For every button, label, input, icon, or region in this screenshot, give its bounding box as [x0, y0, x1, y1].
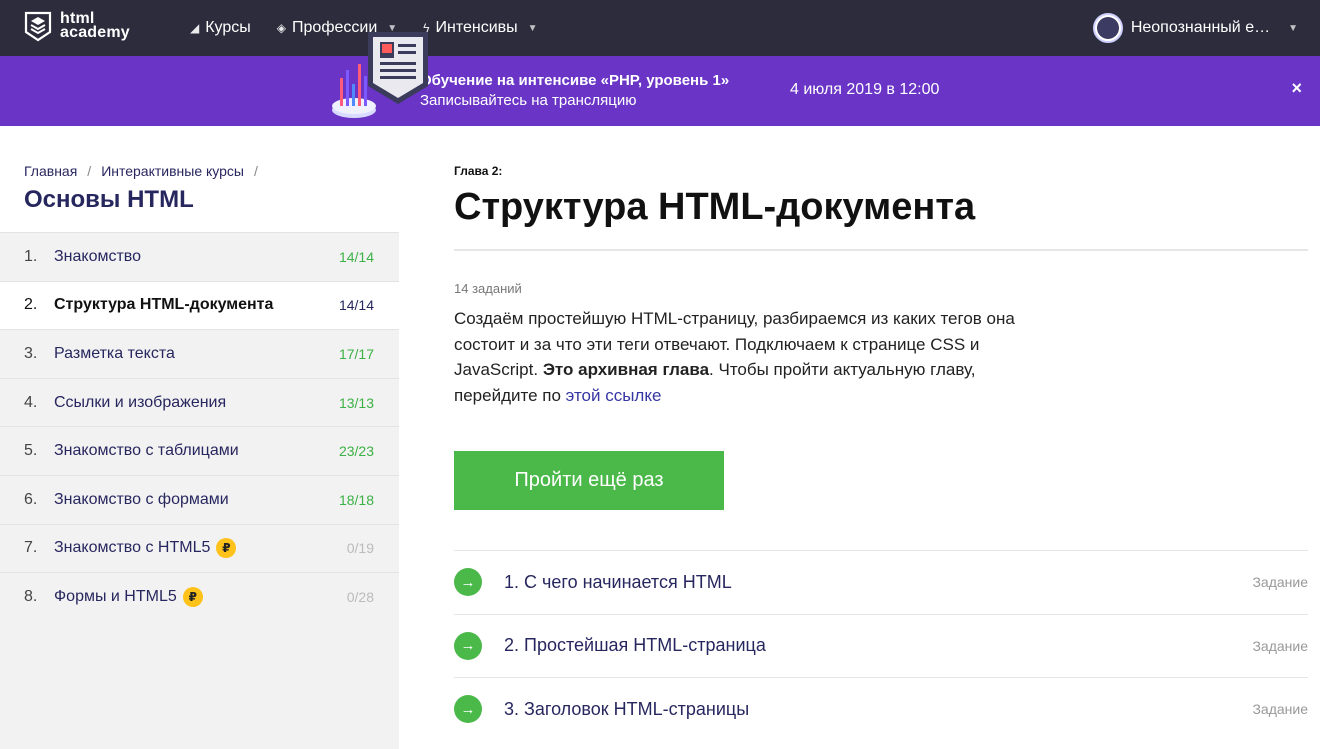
desc-bold: Это архивная глава	[542, 360, 710, 379]
arrow-right-icon: →	[454, 631, 482, 660]
chapter-progress: 0/19	[346, 540, 374, 557]
logo-text-line2: academy	[60, 24, 130, 41]
sidebar-chapter-item[interactable]: 8. Формы и HTML5 ₽0/28	[0, 572, 399, 621]
chapter-title-text: Разметка текста	[54, 344, 175, 362]
document-badge-icon	[368, 32, 428, 104]
chapter-number: 2.	[24, 296, 38, 314]
sidebar-chapter-item[interactable]: 1. Знакомство 14/14	[0, 232, 399, 281]
nav-intensives[interactable]: ϟ Интенсивы ▼	[423, 19, 537, 37]
chapter-number: 4.	[24, 393, 38, 411]
lesson-title: 1. С чего начинается HTML	[504, 571, 732, 592]
sidebar: Главная / Интерактивные курсы / Основы H…	[0, 126, 399, 749]
chevron-down-icon: ▼	[1288, 22, 1298, 34]
chapter-title: Разметка текста	[54, 345, 339, 363]
chapter-number: 7.	[24, 539, 38, 557]
chapter-list: 1. Знакомство 14/14 2. Структура HTML-докуме…	[0, 232, 399, 621]
user-menu[interactable]: Неопознанный е… ▼	[1092, 0, 1298, 56]
chapter-title-text: Знакомство	[54, 247, 142, 265]
lesson-type: Задание	[1252, 574, 1308, 591]
sidebar-chapter-item[interactable]: 4. Ссылки и изображения 13/13	[0, 377, 399, 427]
chapter-number: 3.	[24, 344, 38, 362]
banner-date: 4 июля 2019 в 12:00	[790, 81, 940, 98]
chapter-label: Глава 2:	[454, 164, 503, 178]
close-icon[interactable]: ×	[1291, 78, 1302, 99]
ruble-icon: ₽	[216, 538, 237, 559]
lesson-item[interactable]: → 3. Заголовок HTML-страницы Задание	[454, 677, 1308, 741]
promo-banner[interactable]: Обучение на интенсиве «PHP, уровень 1» З…	[0, 56, 1320, 126]
mortarboard-icon: ◈	[276, 21, 287, 35]
breadcrumb-separator: /	[254, 163, 258, 179]
page-title: Структура HTML-документа	[454, 186, 976, 228]
arrow-right-icon: →	[454, 695, 482, 724]
nav-intensives-label: Интенсивы	[435, 19, 518, 36]
chapter-progress: 17/17	[338, 345, 374, 362]
chapter-title: Знакомство с формами	[54, 491, 339, 509]
chapter-title: Знакомство	[54, 248, 339, 266]
chapter-description: Создаём простейшую HTML-страницу, разбир…	[454, 306, 1054, 408]
chapter-progress: 14/14	[338, 297, 374, 314]
chapter-progress: 0/28	[346, 588, 374, 605]
chapter-title-text: Формы и HTML5	[54, 587, 177, 605]
top-navbar: html academy ◢ Курсы ◈ Профессии ▼ ϟ Инт…	[0, 0, 1320, 56]
avatar	[1092, 13, 1123, 43]
sidebar-chapter-item[interactable]: 7. Знакомство с HTML5 ₽0/19	[0, 523, 399, 573]
chapter-number: 5.	[24, 442, 38, 460]
chapter-progress: 13/13	[338, 394, 374, 411]
chapter-number: 6.	[24, 490, 38, 508]
sidebar-header: Главная / Интерактивные курсы / Основы H…	[0, 126, 399, 232]
divider	[454, 249, 1308, 251]
lesson-list: → 1. С чего начинается HTML Задание → 2. Про…	[454, 550, 1308, 741]
archive-link[interactable]: этой ссылке	[566, 386, 662, 405]
banner-title: Обучение на интенсиве «PHP, уровень 1»	[420, 72, 730, 89]
bar-icon: ◢	[190, 21, 200, 35]
lesson-type: Задание	[1252, 637, 1308, 654]
chapter-title-text: Знакомство с HTML5	[54, 539, 211, 557]
chapter-progress: 18/18	[338, 491, 374, 508]
chapter-title-text: Знакомство с формами	[54, 490, 229, 508]
nav-courses[interactable]: ◢ Курсы	[190, 19, 251, 37]
chapter-title-text: Ссылки и изображения	[54, 393, 227, 411]
lesson-title: 3. Заголовок HTML-страницы	[504, 698, 750, 719]
breadcrumb-courses[interactable]: Интерактивные курсы	[101, 163, 244, 179]
logo[interactable]: html academy	[24, 10, 130, 42]
chapter-progress: 14/14	[338, 248, 374, 265]
lesson-item[interactable]: → 2. Простейшая HTML-страница Задание	[454, 613, 1308, 678]
chapter-title: Ссылки и изображения	[54, 394, 339, 412]
sidebar-chapter-item[interactable]: 3. Разметка текста 17/17	[0, 329, 399, 378]
chapter-number: 1.	[24, 247, 38, 265]
main-nav: ◢ Курсы ◈ Профессии ▼ ϟ Интенсивы ▼	[190, 0, 538, 56]
chapter-title-text: Структура HTML-документа	[54, 296, 274, 314]
tasks-count: 14 заданий	[454, 281, 522, 296]
nav-courses-label: Курсы	[205, 19, 251, 36]
nav-professions-label: Профессии	[292, 19, 378, 36]
banner-subtitle: Записывайтесь на трансляцию	[420, 92, 637, 109]
chapter-title: Знакомство с HTML5 ₽	[54, 538, 347, 559]
breadcrumb-home[interactable]: Главная	[24, 163, 77, 179]
arrow-right-icon: →	[454, 568, 482, 597]
sidebar-chapter-item[interactable]: 5. Знакомство с таблицами 23/23	[0, 426, 399, 475]
breadcrumb-separator: /	[87, 163, 92, 179]
chapter-progress: 23/23	[338, 443, 374, 460]
lesson-item[interactable]: → 1. С чего начинается HTML Задание	[454, 550, 1308, 614]
user-name: Неопознанный е…	[1130, 19, 1271, 36]
sidebar-chapter-item[interactable]: 2. Структура HTML-документа 14/14	[0, 280, 399, 330]
chapter-title: Знакомство с таблицами	[54, 442, 339, 460]
chapter-number: 8.	[24, 587, 38, 605]
lesson-type: Задание	[1252, 701, 1308, 718]
breadcrumb: Главная / Интерактивные курсы /	[24, 163, 258, 179]
ruble-icon: ₽	[182, 586, 203, 607]
logo-shield-icon	[24, 11, 52, 42]
course-title: Основы HTML	[24, 186, 194, 213]
lesson-title: 2. Простейшая HTML-страница	[504, 635, 766, 656]
chapter-title: Формы и HTML5 ₽	[54, 586, 347, 607]
chapter-title: Структура HTML-документа	[54, 296, 339, 314]
retry-button[interactable]: Пройти ещё раз	[454, 451, 724, 510]
chevron-down-icon: ▼	[527, 22, 538, 34]
chapter-title-text: Знакомство с таблицами	[54, 442, 239, 460]
sidebar-chapter-item[interactable]: 6. Знакомство с формами 18/18	[0, 474, 399, 524]
